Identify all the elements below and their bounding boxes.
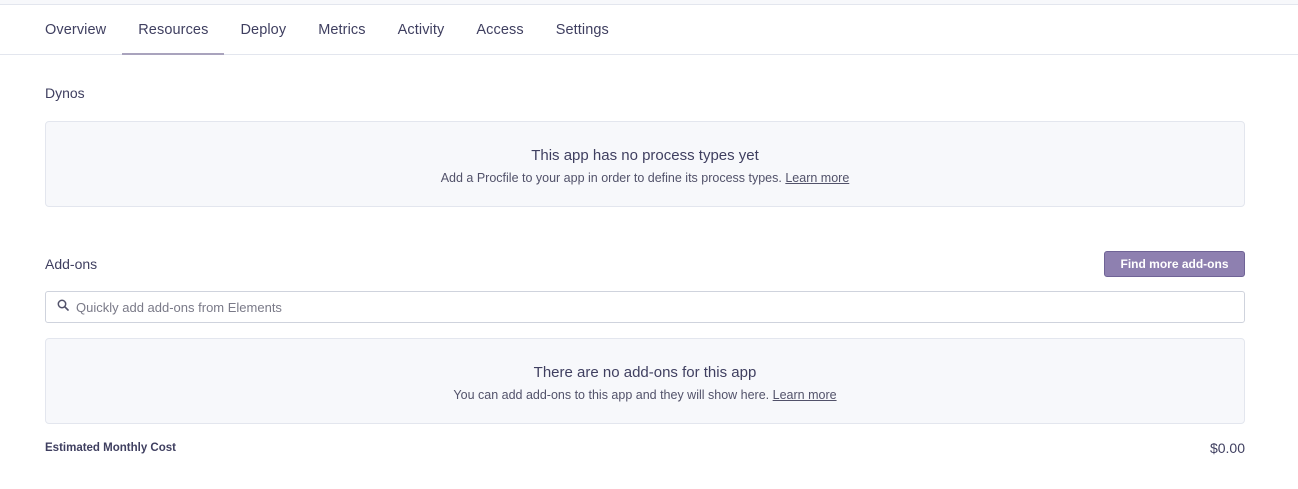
addons-empty-text: You can add add-ons to this app and they… xyxy=(453,388,770,402)
addons-learn-more-link[interactable]: Learn more xyxy=(773,388,837,402)
tab-settings[interactable]: Settings xyxy=(540,5,625,54)
dynos-empty-description: Add a Procfile to your app in order to d… xyxy=(46,171,1244,185)
addons-search-field[interactable] xyxy=(45,291,1245,323)
dynos-learn-more-link[interactable]: Learn more xyxy=(785,171,849,185)
tab-resources[interactable]: Resources xyxy=(122,5,225,55)
dynos-empty-text: Add a Procfile to your app in order to d… xyxy=(440,171,782,185)
addons-search-input[interactable] xyxy=(76,299,1226,315)
addons-empty-description: You can add add-ons to this app and they… xyxy=(46,388,1244,402)
tab-activity[interactable]: Activity xyxy=(382,5,461,54)
tab-deploy[interactable]: Deploy xyxy=(224,5,302,54)
estimated-cost-label: Estimated Monthly Cost xyxy=(45,442,176,454)
tab-overview[interactable]: Overview xyxy=(29,5,122,54)
search-icon xyxy=(57,298,69,316)
find-more-addons-button[interactable]: Find more add-ons xyxy=(1104,251,1245,277)
dynos-empty-title: This app has no process types yet xyxy=(531,147,759,164)
tab-metrics[interactable]: Metrics xyxy=(302,5,381,54)
resource-tabs: Overview Resources Deploy Metrics Activi… xyxy=(0,5,1298,55)
estimated-cost-value: $0.00 xyxy=(1209,440,1245,456)
dynos-heading: Dynos xyxy=(45,85,85,101)
dynos-empty-state: This app has no process types yet Add a … xyxy=(45,121,1245,207)
addons-heading: Add-ons xyxy=(45,256,98,272)
addons-empty-title: There are no add-ons for this app xyxy=(533,364,757,381)
tab-access[interactable]: Access xyxy=(460,5,539,54)
addons-empty-state: There are no add-ons for this app You ca… xyxy=(45,338,1245,424)
